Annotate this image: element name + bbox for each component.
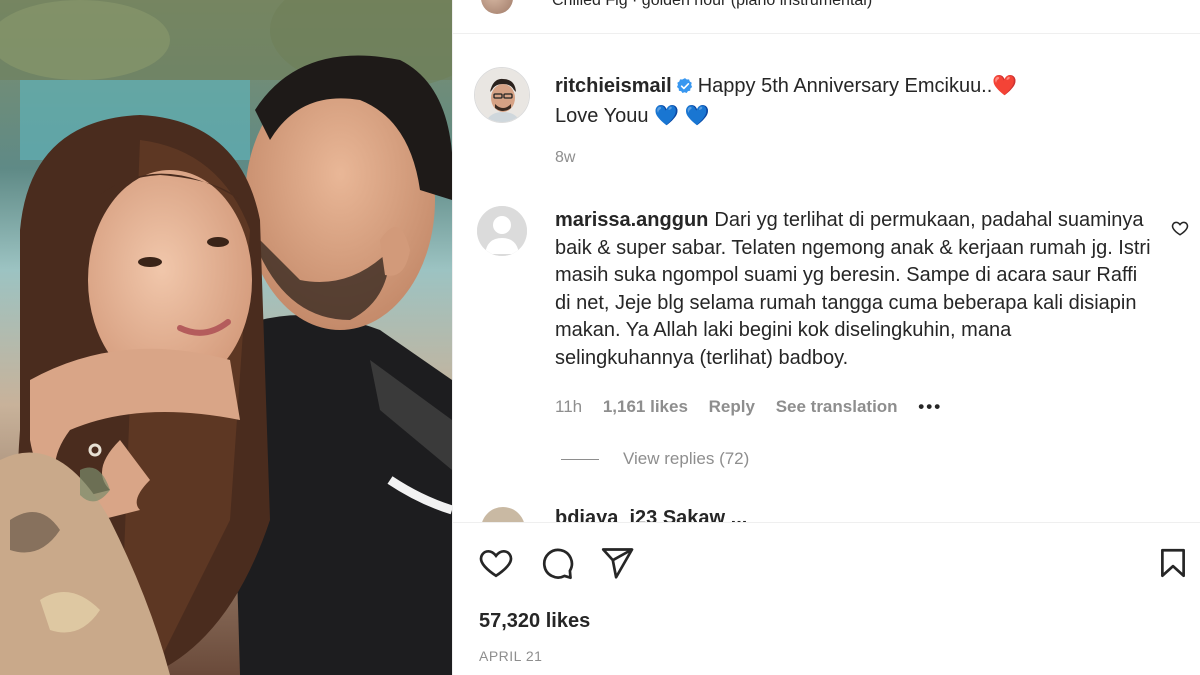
post-likes-count[interactable]: 57,320 likes: [479, 610, 590, 633]
default-user-icon: [477, 206, 527, 256]
commenter-username[interactable]: marissa.anggun: [555, 209, 708, 231]
heart-icon: [479, 549, 513, 578]
couple-photo-illustration: [0, 0, 452, 675]
music-thumbnail: [481, 0, 513, 14]
music-bar[interactable]: Chilled Fig · golden hour (piano instrum…: [453, 0, 1200, 34]
comment-button[interactable]: [537, 543, 577, 583]
replies-divider: [561, 459, 599, 461]
comment-bubble-icon: [542, 548, 574, 580]
save-button[interactable]: [1153, 543, 1193, 583]
like-button[interactable]: [476, 543, 516, 583]
comments-scroll-area[interactable]: ritchieismail Happy 5th Anniversary Emcik…: [453, 35, 1200, 522]
caption-text-line1: Happy 5th Anniversary Emcikuu..: [697, 75, 993, 97]
verified-badge-icon: [676, 76, 694, 103]
author-avatar-image: [475, 68, 529, 122]
post-time-ago[interactable]: 8w: [555, 149, 575, 167]
comment-time[interactable]: 11h: [555, 397, 582, 416]
comment-meta: 11h 1,161 likes Reply See translation ••…: [555, 397, 958, 417]
comment-like-heart-icon[interactable]: [1171, 219, 1189, 242]
bookmark-icon: [1161, 548, 1185, 578]
author-username[interactable]: ritchieismail: [555, 75, 672, 97]
music-title: Chilled Fig · golden hour (piano instrum…: [552, 0, 873, 9]
paper-plane-icon: [601, 548, 634, 579]
comment-reply-button[interactable]: Reply: [709, 397, 755, 416]
see-translation-button[interactable]: See translation: [776, 397, 898, 416]
next-commenter-avatar: [481, 507, 525, 522]
red-heart-emoji: ❤️: [992, 75, 1018, 97]
comment-likes[interactable]: 1,161 likes: [603, 397, 688, 416]
comment-body: marissa.anggun Dari yg terlihat di permuk…: [555, 207, 1155, 372]
next-comment-partial[interactable]: bdjaya_i23 Sakaw ...: [481, 507, 1081, 522]
comment-more-options-icon[interactable]: •••: [918, 397, 942, 416]
next-comment-text: bdjaya_i23 Sakaw ...: [555, 507, 748, 522]
comment-text: Dari yg terlihat di permukaan, padahal s…: [555, 209, 1151, 369]
post-actions-bar: 57,320 likes APRIL 21: [453, 522, 1200, 675]
post-details-panel: Chilled Fig · golden hour (piano instrum…: [452, 0, 1200, 675]
share-button[interactable]: [597, 543, 637, 583]
post-caption: ritchieismail Happy 5th Anniversary Emcik…: [555, 73, 1155, 130]
post-date[interactable]: APRIL 21: [479, 648, 542, 664]
view-replies-label: View replies (72): [623, 449, 750, 468]
caption-text-line2: Love Youu: [555, 105, 649, 127]
view-replies-button[interactable]: View replies (72): [561, 449, 749, 469]
post-photo: [0, 0, 452, 675]
commenter-avatar[interactable]: [477, 206, 527, 256]
author-avatar[interactable]: [474, 67, 530, 123]
blue-heart-emojis: 💙 💙: [654, 105, 710, 127]
